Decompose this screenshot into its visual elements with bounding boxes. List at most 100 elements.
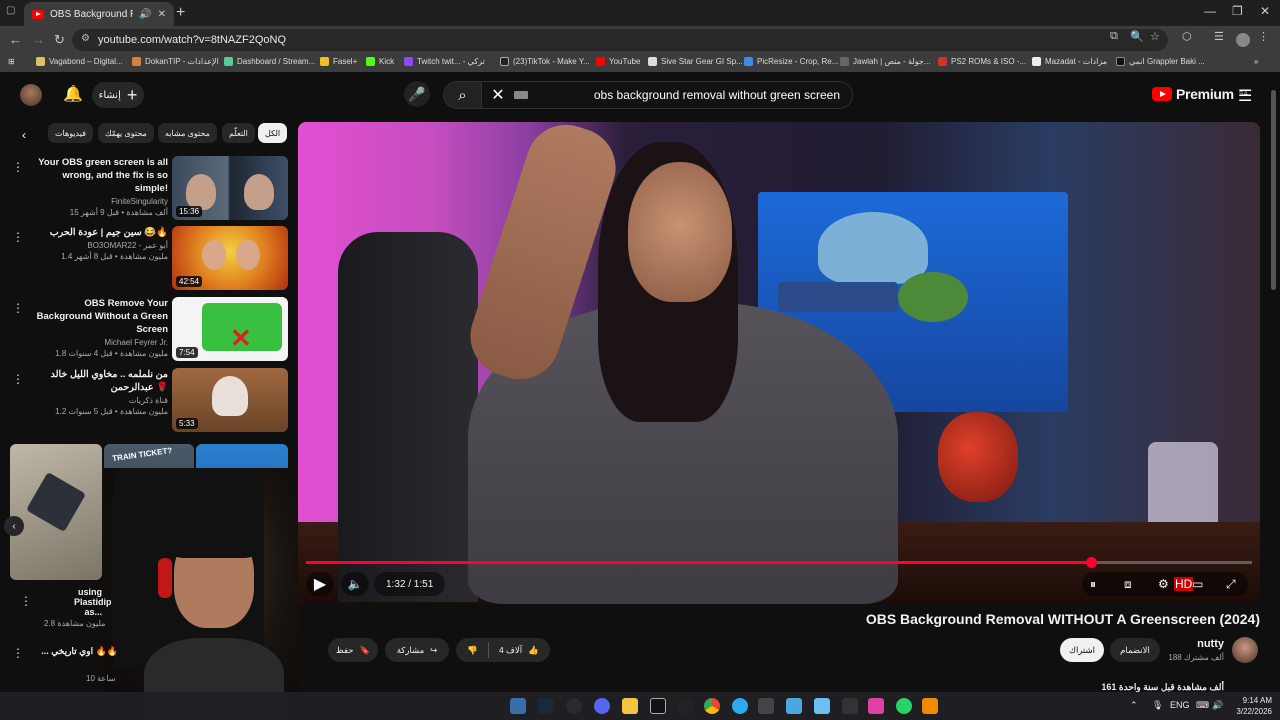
audio-icon[interactable]: 🔊 xyxy=(139,9,151,20)
tray-overflow-icon[interactable]: ⌃ xyxy=(1130,700,1138,711)
rec-thumbnail[interactable]: 5:33 xyxy=(172,368,288,432)
app-icon[interactable] xyxy=(786,698,802,714)
notifications-bell-icon[interactable]: 🔔 xyxy=(63,84,83,104)
cast-icon[interactable]: ⧉ xyxy=(1110,30,1118,43)
bookmarks-overflow-icon[interactable]: » xyxy=(1254,57,1258,66)
url-field[interactable]: ⚙ youtube.com/watch?v=8tNAZF2QoNQ xyxy=(72,29,1168,51)
reload-icon[interactable]: ↻ xyxy=(54,32,65,48)
chrome-menu-icon[interactable]: ⋮ xyxy=(1258,30,1269,43)
chip-videos[interactable]: فيديوهات xyxy=(48,123,93,143)
bookmark-item[interactable]: Dashboard / Stream... xyxy=(224,57,315,66)
app-icon[interactable] xyxy=(678,698,694,714)
bookmark-item[interactable]: YouTube xyxy=(596,57,640,66)
bookmark-item[interactable]: PicResize - Crop, Re... xyxy=(744,57,838,66)
task-view-icon[interactable] xyxy=(510,698,526,714)
tab-search-icon[interactable]: ▢ xyxy=(6,5,18,17)
network-icon[interactable]: ⌨ xyxy=(1196,700,1209,711)
more-actions-icon[interactable]: ⋮ xyxy=(12,646,24,660)
bookmark-item[interactable]: Fasel+ xyxy=(320,57,357,66)
short-thumbnail[interactable] xyxy=(10,444,102,580)
whatsapp-icon[interactable] xyxy=(896,698,912,714)
create-button[interactable]: إنشاء + xyxy=(92,82,144,108)
telegram-icon[interactable] xyxy=(732,698,748,714)
page-scrollbar[interactable] xyxy=(1271,90,1276,290)
system-clock[interactable]: 9:14 AM 3/22/2026 xyxy=(1228,695,1272,717)
more-actions-icon[interactable]: ⋮ xyxy=(12,160,24,174)
keyboard-icon[interactable] xyxy=(514,91,528,99)
bookmark-item[interactable]: Jawlah | جولة - منص... xyxy=(840,57,931,66)
chip-all[interactable]: الكل xyxy=(258,123,288,143)
shorts-prev-icon[interactable]: ‹ xyxy=(4,516,24,536)
steam-icon[interactable] xyxy=(538,698,554,714)
volume-icon[interactable]: 🔈 xyxy=(341,572,369,596)
discord-icon[interactable] xyxy=(594,698,610,714)
bookmark-item[interactable]: Kick xyxy=(366,57,394,66)
list-item[interactable]: ⋮ Your OBS green screen is all wrong, an… xyxy=(8,156,290,222)
clear-search-icon[interactable]: ✕ xyxy=(486,85,510,105)
list-item[interactable]: ⋮ OBS Remove Your Background Without a G… xyxy=(8,297,290,363)
more-actions-icon[interactable]: ⋮ xyxy=(12,372,24,386)
rec-thumbnail[interactable]: ✕ 7:54 xyxy=(172,297,288,361)
like-icon[interactable]: 👍 xyxy=(528,645,539,656)
chip-for-you[interactable]: محتوى يهمّك xyxy=(98,123,154,143)
close-window-icon[interactable]: ✕ xyxy=(1260,4,1270,18)
profile-icon[interactable] xyxy=(1236,33,1250,47)
mic-tray-icon[interactable]: 🎙 xyxy=(1152,700,1163,711)
rec-thumbnail[interactable]: 42:54 xyxy=(172,226,288,290)
play-button[interactable]: ▶ xyxy=(306,572,334,596)
bookmark-star-icon[interactable]: ☆ xyxy=(1150,30,1160,43)
fullscreen-icon[interactable]: ⤢ xyxy=(1226,577,1236,592)
browser-tab-active[interactable]: OBS Background Removal W 🔊 ✕ xyxy=(24,2,174,26)
app-icon[interactable] xyxy=(868,698,884,714)
apps-icon[interactable]: ⊞ xyxy=(8,57,15,66)
dislike-icon[interactable]: 👎 xyxy=(467,645,478,656)
language-indicator[interactable]: ENG xyxy=(1170,700,1190,710)
app-icon[interactable] xyxy=(566,698,582,714)
pause-autoplay-icon[interactable]: ⏸ xyxy=(1090,577,1096,592)
file-explorer-icon[interactable] xyxy=(622,698,638,714)
photos-icon[interactable] xyxy=(814,698,830,714)
site-info-icon[interactable]: ⚙ xyxy=(81,33,90,44)
search-input[interactable]: ⌕ ✕ obs background removal without green… xyxy=(443,81,853,109)
video-progress-bar[interactable] xyxy=(306,557,1252,568)
settings-gear-icon[interactable]: ⚙ xyxy=(1158,577,1169,591)
minimize-icon[interactable]: — xyxy=(1204,4,1216,18)
bookmark-item[interactable]: Mazadat - مزادات xyxy=(1032,57,1107,66)
youtube-premium-logo[interactable]: Premium SA xyxy=(1152,86,1248,102)
chrome-icon[interactable] xyxy=(704,698,720,714)
bookmark-item[interactable]: Sive Star Gear GI Sp... xyxy=(648,57,743,66)
back-icon[interactable]: ← xyxy=(9,32,22,47)
extensions-icon[interactable]: ⬡ xyxy=(1182,30,1192,43)
save-button[interactable]: حفظ 🔖 xyxy=(328,638,378,662)
chip-learning[interactable]: التعلّم xyxy=(222,123,255,143)
video-player[interactable] xyxy=(298,122,1260,604)
list-item[interactable]: ⋮ من نلملمه .. مخاوي الليل خالد عبدالرحم… xyxy=(8,368,290,434)
zoom-icon[interactable]: 🔍 xyxy=(1130,30,1144,43)
bookmark-item[interactable]: Vagabond – Digital... xyxy=(36,57,123,66)
account-avatar[interactable] xyxy=(20,84,42,106)
rec-thumbnail[interactable]: 15:36 xyxy=(172,156,288,220)
list-item[interactable]: ⋮ سين جيم | عودة الحرب 😂🔥 BO3OMAR22 - أب… xyxy=(8,226,290,292)
bookmark-item[interactable]: PS2 ROMs & ISO -... xyxy=(938,57,1026,66)
speaker-icon[interactable]: 🔊 xyxy=(1212,700,1223,711)
bookmark-item[interactable]: (23)TikTok - Make Y... xyxy=(500,57,590,66)
epic-games-icon[interactable] xyxy=(650,698,666,714)
more-actions-icon[interactable]: ⋮ xyxy=(20,594,32,608)
more-actions-icon[interactable]: ⋮ xyxy=(12,301,24,315)
bookmark-item[interactable]: Twitch twit... - تركي xyxy=(404,57,485,66)
voice-search-mic-icon[interactable]: 🎤 xyxy=(404,81,430,107)
subtitles-icon[interactable]: ⧈ xyxy=(1124,577,1132,592)
close-tab-icon[interactable]: ✕ xyxy=(158,9,166,20)
bookmark-item[interactable]: انمي Grappler Baki ... xyxy=(1116,57,1205,66)
channel-avatar[interactable] xyxy=(1232,637,1258,663)
more-actions-icon[interactable]: ⋮ xyxy=(12,230,24,244)
maximize-icon[interactable]: ❐ xyxy=(1232,4,1243,18)
guide-menu-icon[interactable]: ☰ xyxy=(1238,86,1252,106)
new-tab-button[interactable]: + xyxy=(176,4,185,22)
join-button[interactable]: الانضمام xyxy=(1110,638,1160,662)
forward-icon[interactable]: → xyxy=(32,32,45,47)
share-button[interactable]: مشاركة ↪ xyxy=(385,638,449,662)
bookmark-item[interactable]: DokanTIP - الإعدادات xyxy=(132,57,219,66)
vlc-icon[interactable] xyxy=(922,698,938,714)
search-icon[interactable]: ⌕ xyxy=(444,82,482,108)
